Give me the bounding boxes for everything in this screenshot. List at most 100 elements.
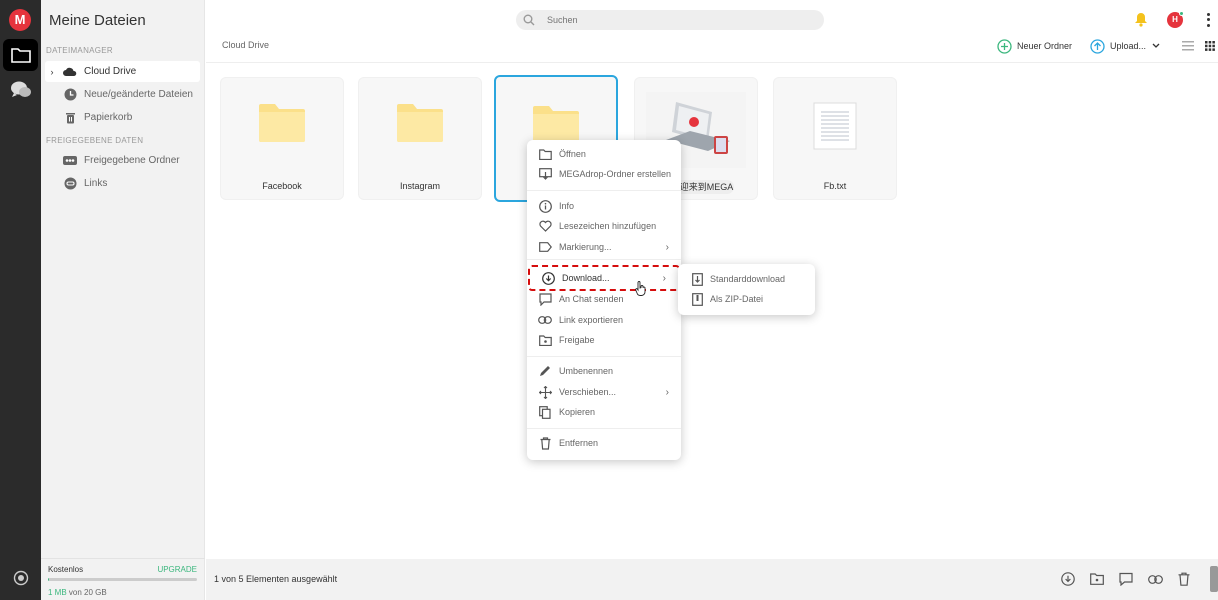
avatar[interactable]: H xyxy=(1167,11,1184,28)
mega-logo[interactable]: M xyxy=(9,9,31,31)
bell-icon xyxy=(1135,13,1147,27)
list-view-button[interactable] xyxy=(1180,38,1196,54)
cloud-icon xyxy=(62,64,78,80)
menu-item-share[interactable]: Freigabe xyxy=(527,330,681,350)
upload-button[interactable]: Upload... xyxy=(1090,37,1160,55)
footer-share-button[interactable] xyxy=(1088,570,1106,588)
network-rail-button[interactable] xyxy=(3,566,38,590)
search-icon xyxy=(523,14,535,26)
sidebar-item-links[interactable]: Links xyxy=(45,173,200,194)
menu-item-standard-download[interactable]: Standarddownload xyxy=(678,269,815,289)
chevron-right-icon[interactable]: › xyxy=(45,67,59,77)
trash-icon xyxy=(1178,572,1190,586)
grid-view-icon xyxy=(1205,41,1215,51)
chat-icon xyxy=(10,81,31,97)
breadcrumb[interactable]: Cloud Drive xyxy=(222,40,269,50)
menu-item-send-to-chat[interactable]: An Chat senden xyxy=(527,289,681,309)
menu-item-zip-download[interactable]: Als ZIP-Datei xyxy=(678,289,815,309)
sidebar-item-recents[interactable]: Neue/geänderte Dateien xyxy=(45,84,200,105)
chat-rail-button[interactable] xyxy=(3,74,38,106)
sidebar-item-trash[interactable]: Papierkorb xyxy=(45,107,200,128)
move-icon xyxy=(538,385,552,399)
info-icon xyxy=(538,199,552,213)
new-folder-button[interactable]: Neuer Ordner xyxy=(997,37,1072,55)
grid-view-button[interactable] xyxy=(1202,38,1218,54)
sidebar-item-cloud-drive[interactable]: › Cloud Drive xyxy=(45,61,200,82)
menu-item-remove[interactable]: Entfernen xyxy=(527,433,681,453)
more-menu-button[interactable] xyxy=(1204,12,1212,28)
sidebar-item-label: Neue/geänderte Dateien xyxy=(84,89,193,100)
menu-item-rename[interactable]: Umbenennen xyxy=(527,361,681,381)
folder-open-icon xyxy=(538,147,552,161)
clock-icon xyxy=(62,87,78,103)
online-status-dot xyxy=(1179,11,1184,16)
menu-item-copy[interactable]: Kopieren xyxy=(527,402,681,422)
file-tile-instagram[interactable]: Instagram xyxy=(358,77,482,200)
send-to-chat-icon xyxy=(538,292,552,306)
folder-icon xyxy=(397,104,443,142)
copy-icon xyxy=(538,405,552,419)
upgrade-link[interactable]: UPGRADE xyxy=(157,565,197,574)
footer-delete-button[interactable] xyxy=(1175,570,1193,588)
download-submenu: Standarddownload Als ZIP-Datei xyxy=(678,264,815,315)
left-rail: M xyxy=(0,0,41,600)
footer-right-scroll-handle[interactable] xyxy=(1210,566,1218,592)
chevron-right-icon: › xyxy=(665,241,669,253)
file-name: Fb.txt xyxy=(823,181,847,191)
menu-item-label[interactable]: Markierung... › xyxy=(527,237,681,257)
list-view-icon xyxy=(1182,41,1194,51)
context-menu: Öffnen MEGAdrop-Ordner erstellen Info Le… xyxy=(527,140,681,460)
sidebar-item-label: Freigegebene Ordner xyxy=(84,155,180,166)
footer-send-to-chat-button[interactable] xyxy=(1117,570,1135,588)
trash-icon xyxy=(62,110,78,126)
zip-file-icon xyxy=(690,292,704,306)
text-file-icon xyxy=(813,102,857,150)
sidebar-item-label: Cloud Drive xyxy=(84,66,137,77)
share-folder-icon xyxy=(538,333,552,347)
menu-item-info[interactable]: Info xyxy=(527,196,681,216)
file-tile-fb-txt[interactable]: Fb.txt xyxy=(773,77,897,200)
plan-label: Kostenlos xyxy=(48,565,84,574)
menu-item-move[interactable]: Verschieben... › xyxy=(527,382,681,402)
chevron-right-icon: › xyxy=(665,386,669,398)
sidebar-item-label: Links xyxy=(84,178,108,189)
globe-icon xyxy=(13,570,28,586)
menu-item-bookmark[interactable]: Lesezeichen hinzufügen xyxy=(527,216,681,236)
menu-item-export-link[interactable]: Link exportieren xyxy=(527,310,681,330)
footer-download-button[interactable] xyxy=(1059,570,1077,588)
section-heading-file-manager: DATEIMANAGER xyxy=(46,46,114,55)
download-icon xyxy=(1061,572,1075,586)
search-input[interactable] xyxy=(547,15,797,25)
menu-item-download[interactable]: Download... › xyxy=(528,265,680,291)
pencil-icon xyxy=(538,364,552,378)
file-tile-facebook[interactable]: Facebook xyxy=(220,77,344,200)
trash-icon xyxy=(538,436,552,450)
files-rail-button[interactable] xyxy=(3,39,38,71)
folder-icon xyxy=(259,104,305,142)
chevron-right-icon: › xyxy=(662,272,666,284)
storage-bar xyxy=(48,578,197,581)
download-icon xyxy=(541,271,555,285)
shared-folder-icon xyxy=(62,153,78,169)
hand-cursor-icon xyxy=(635,281,647,299)
folder-icon xyxy=(10,48,31,63)
sidebar: Meine Dateien DATEIMANAGER › Cloud Drive… xyxy=(41,0,205,600)
download-file-icon xyxy=(690,272,704,286)
search-box[interactable] xyxy=(516,10,824,30)
footer-link-button[interactable] xyxy=(1146,570,1164,588)
file-name: Facebook xyxy=(262,181,302,191)
notification-button[interactable] xyxy=(1134,12,1148,30)
storage-panel: Kostenlos UPGRADE 1 MB von 20 GB xyxy=(41,558,205,600)
add-folder-icon xyxy=(997,38,1012,54)
file-name: Instagram xyxy=(399,181,441,191)
send-to-chat-icon xyxy=(1119,572,1133,586)
link-icon xyxy=(538,313,552,327)
sidebar-item-shared-folders[interactable]: Freigegebene Ordner xyxy=(45,150,200,171)
menu-item-open[interactable]: Öffnen xyxy=(527,144,681,164)
footer-bar: 1 von 5 Elementen ausgewählt xyxy=(206,559,1218,600)
section-heading-shared: FREIGEGEBENE DATEN xyxy=(46,136,144,145)
sidebar-item-label: Papierkorb xyxy=(84,112,133,123)
upload-icon xyxy=(1090,38,1105,54)
tag-icon xyxy=(538,240,552,254)
menu-item-megadrop[interactable]: MEGAdrop-Ordner erstellen xyxy=(527,164,681,184)
